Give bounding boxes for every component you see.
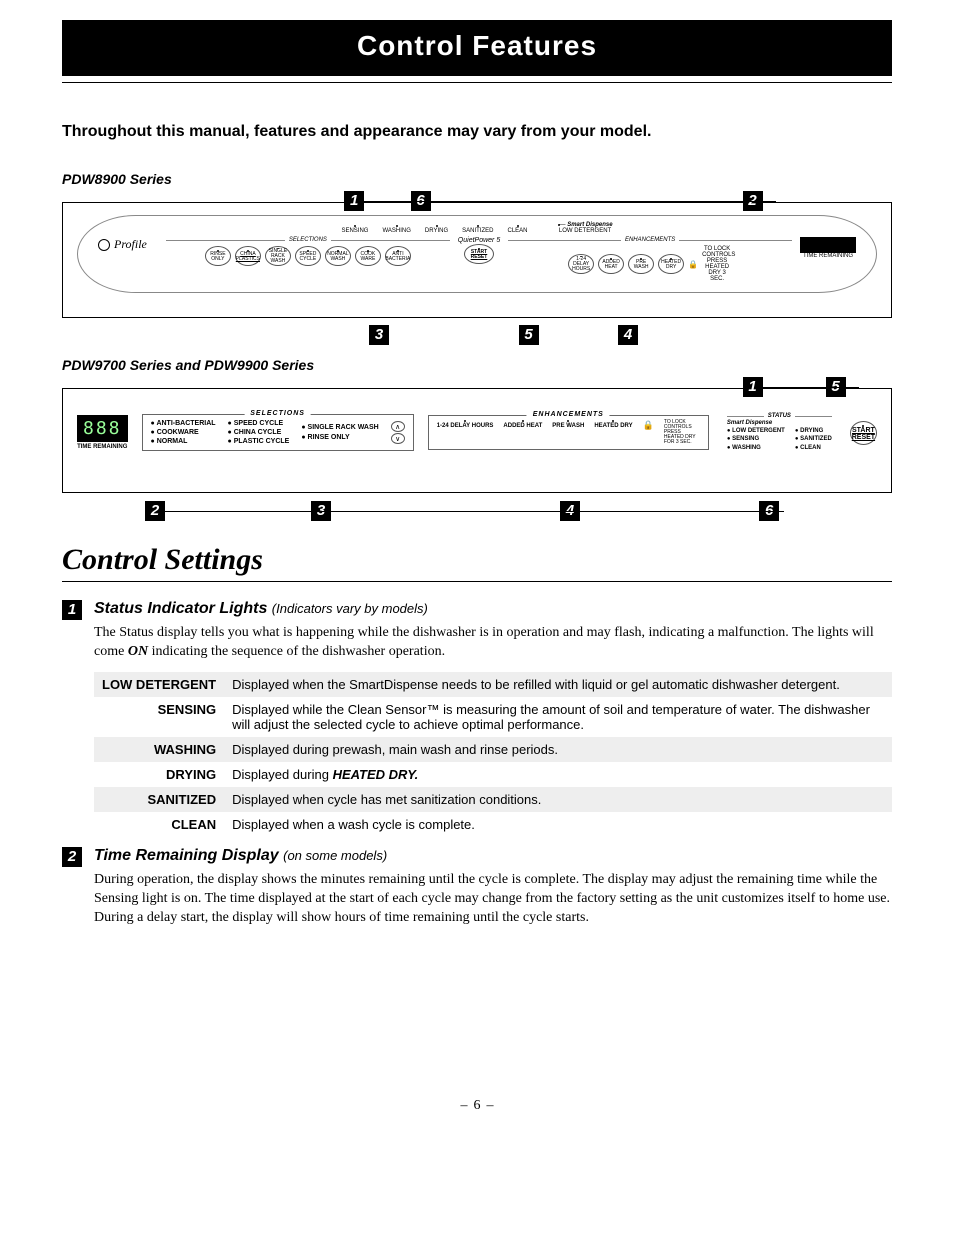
oval-button: SINGLE RACK WASH (265, 246, 291, 266)
table-row: SENSINGDisplayed while the Clean Sensor™… (94, 697, 892, 737)
arrow-up-icon: ∧ (391, 421, 405, 432)
status-group: STATUS Smart Dispense ● LOW DETERGENT ● … (723, 409, 836, 456)
lock-note: TO LOCK CONTROLS PRESS HEATED DRY FOR 3 … (664, 420, 700, 445)
enhancements-group: ENHANCEMENTS (508, 237, 792, 243)
quiet-label: QuietPower 5 (458, 237, 500, 244)
status-table: LOW DETERGENTDisplayed when the SmartDis… (94, 672, 892, 837)
series-2-label: PDW9700 Series and PDW9900 Series (62, 357, 892, 373)
oval-button: RINSE ONLY (205, 246, 231, 266)
table-row: LOW DETERGENTDisplayed when the SmartDis… (94, 672, 892, 697)
callout: 1 (743, 377, 763, 397)
time-remaining-body: During operation, the display shows the … (94, 871, 892, 928)
smart-dispense: — Smart Dispense LOW DETERGENT (558, 222, 613, 234)
oval-button: HEATED DRY (658, 254, 684, 274)
intro-text: Throughout this manual, features and app… (62, 123, 892, 141)
oval-button: CHINA PLASTICS (235, 246, 261, 266)
series2-panel: 888 TIME REMAINING SELECTIONS ● ANTI-BAC… (62, 388, 892, 493)
table-row: DRYINGDisplayed during HEATED DRY. (94, 762, 892, 787)
series1-callouts-top: 1 6 2 (62, 191, 892, 213)
section-num: 1 (62, 600, 82, 620)
oval-button: NORMAL WASH (325, 246, 351, 266)
title-rule (62, 82, 892, 83)
series1-callouts-bottom: 3 5 4 (62, 325, 892, 347)
lock-icon: 🔒 (688, 260, 698, 269)
series2-callouts-bottom: 2 3 4 6 (62, 501, 892, 523)
callout: 3 (369, 325, 389, 345)
status-lights-body: The Status display tells you what is hap… (94, 624, 892, 662)
page-number: –6– (62, 1098, 892, 1114)
table-row: WASHINGDisplayed during prewash, main wa… (94, 737, 892, 762)
callout: 1 (344, 191, 364, 211)
callout: 4 (618, 325, 638, 345)
oval-button: PRE WASH (628, 254, 654, 274)
callout: 5 (519, 325, 539, 345)
arrow-down-icon: ∨ (391, 433, 405, 444)
time-remaining-label: TIME REMAINING (800, 253, 856, 259)
oval-button: 1-24 DELAY HOURS (568, 254, 594, 274)
time-remaining-heading: Time Remaining Display (on some models) (94, 847, 892, 865)
start-reset: START RESET (464, 244, 494, 264)
selections-group: SELECTIONS (166, 237, 450, 243)
page-title-banner: Control Features (62, 20, 892, 76)
selections-group2: SELECTIONS ● ANTI-BACTERIAL ● COOKWARE ●… (142, 414, 414, 451)
seg-display: 888 TIME REMAINING (77, 415, 128, 450)
lock-note: TO LOCK CONTROLS PRESS HEATED DRY 3 SEC. (702, 246, 732, 282)
lock-icon: 🔒 (643, 420, 654, 431)
oval-button: COOK WARE (355, 246, 381, 266)
brand-logo: Profile (98, 237, 147, 252)
oval-button: ANTI BACTERIA (385, 246, 411, 266)
status-leds: SENSING WASHING DRYING SANITIZED CLEAN (341, 225, 527, 234)
series-1-label: PDW8900 Series (62, 171, 892, 187)
callout: 2 (145, 501, 165, 521)
status-lights-heading: Status Indicator Lights (Indicators vary… (94, 600, 892, 618)
enhancements-group2: ENHANCEMENTS 1-24 DELAY HOURS ADDED HEAT… (428, 415, 709, 450)
arrows: ∧ ∨ (391, 421, 405, 444)
table-row: CLEANDisplayed when a wash cycle is comp… (94, 812, 892, 837)
series1-panel: SENSING WASHING DRYING SANITIZED CLEAN —… (62, 202, 892, 318)
oval-button: SPEED CYCLE (295, 246, 321, 266)
control-settings-heading: Control Settings (62, 543, 892, 582)
section-num: 2 (62, 847, 82, 867)
start-reset-2: START RESET (850, 421, 877, 445)
series2-callouts-top: 1 5 (62, 377, 892, 399)
oval-button: ADDED HEAT (598, 254, 624, 274)
table-row: SANITIZEDDisplayed when cycle has met sa… (94, 787, 892, 812)
time-remaining-display (800, 237, 856, 253)
